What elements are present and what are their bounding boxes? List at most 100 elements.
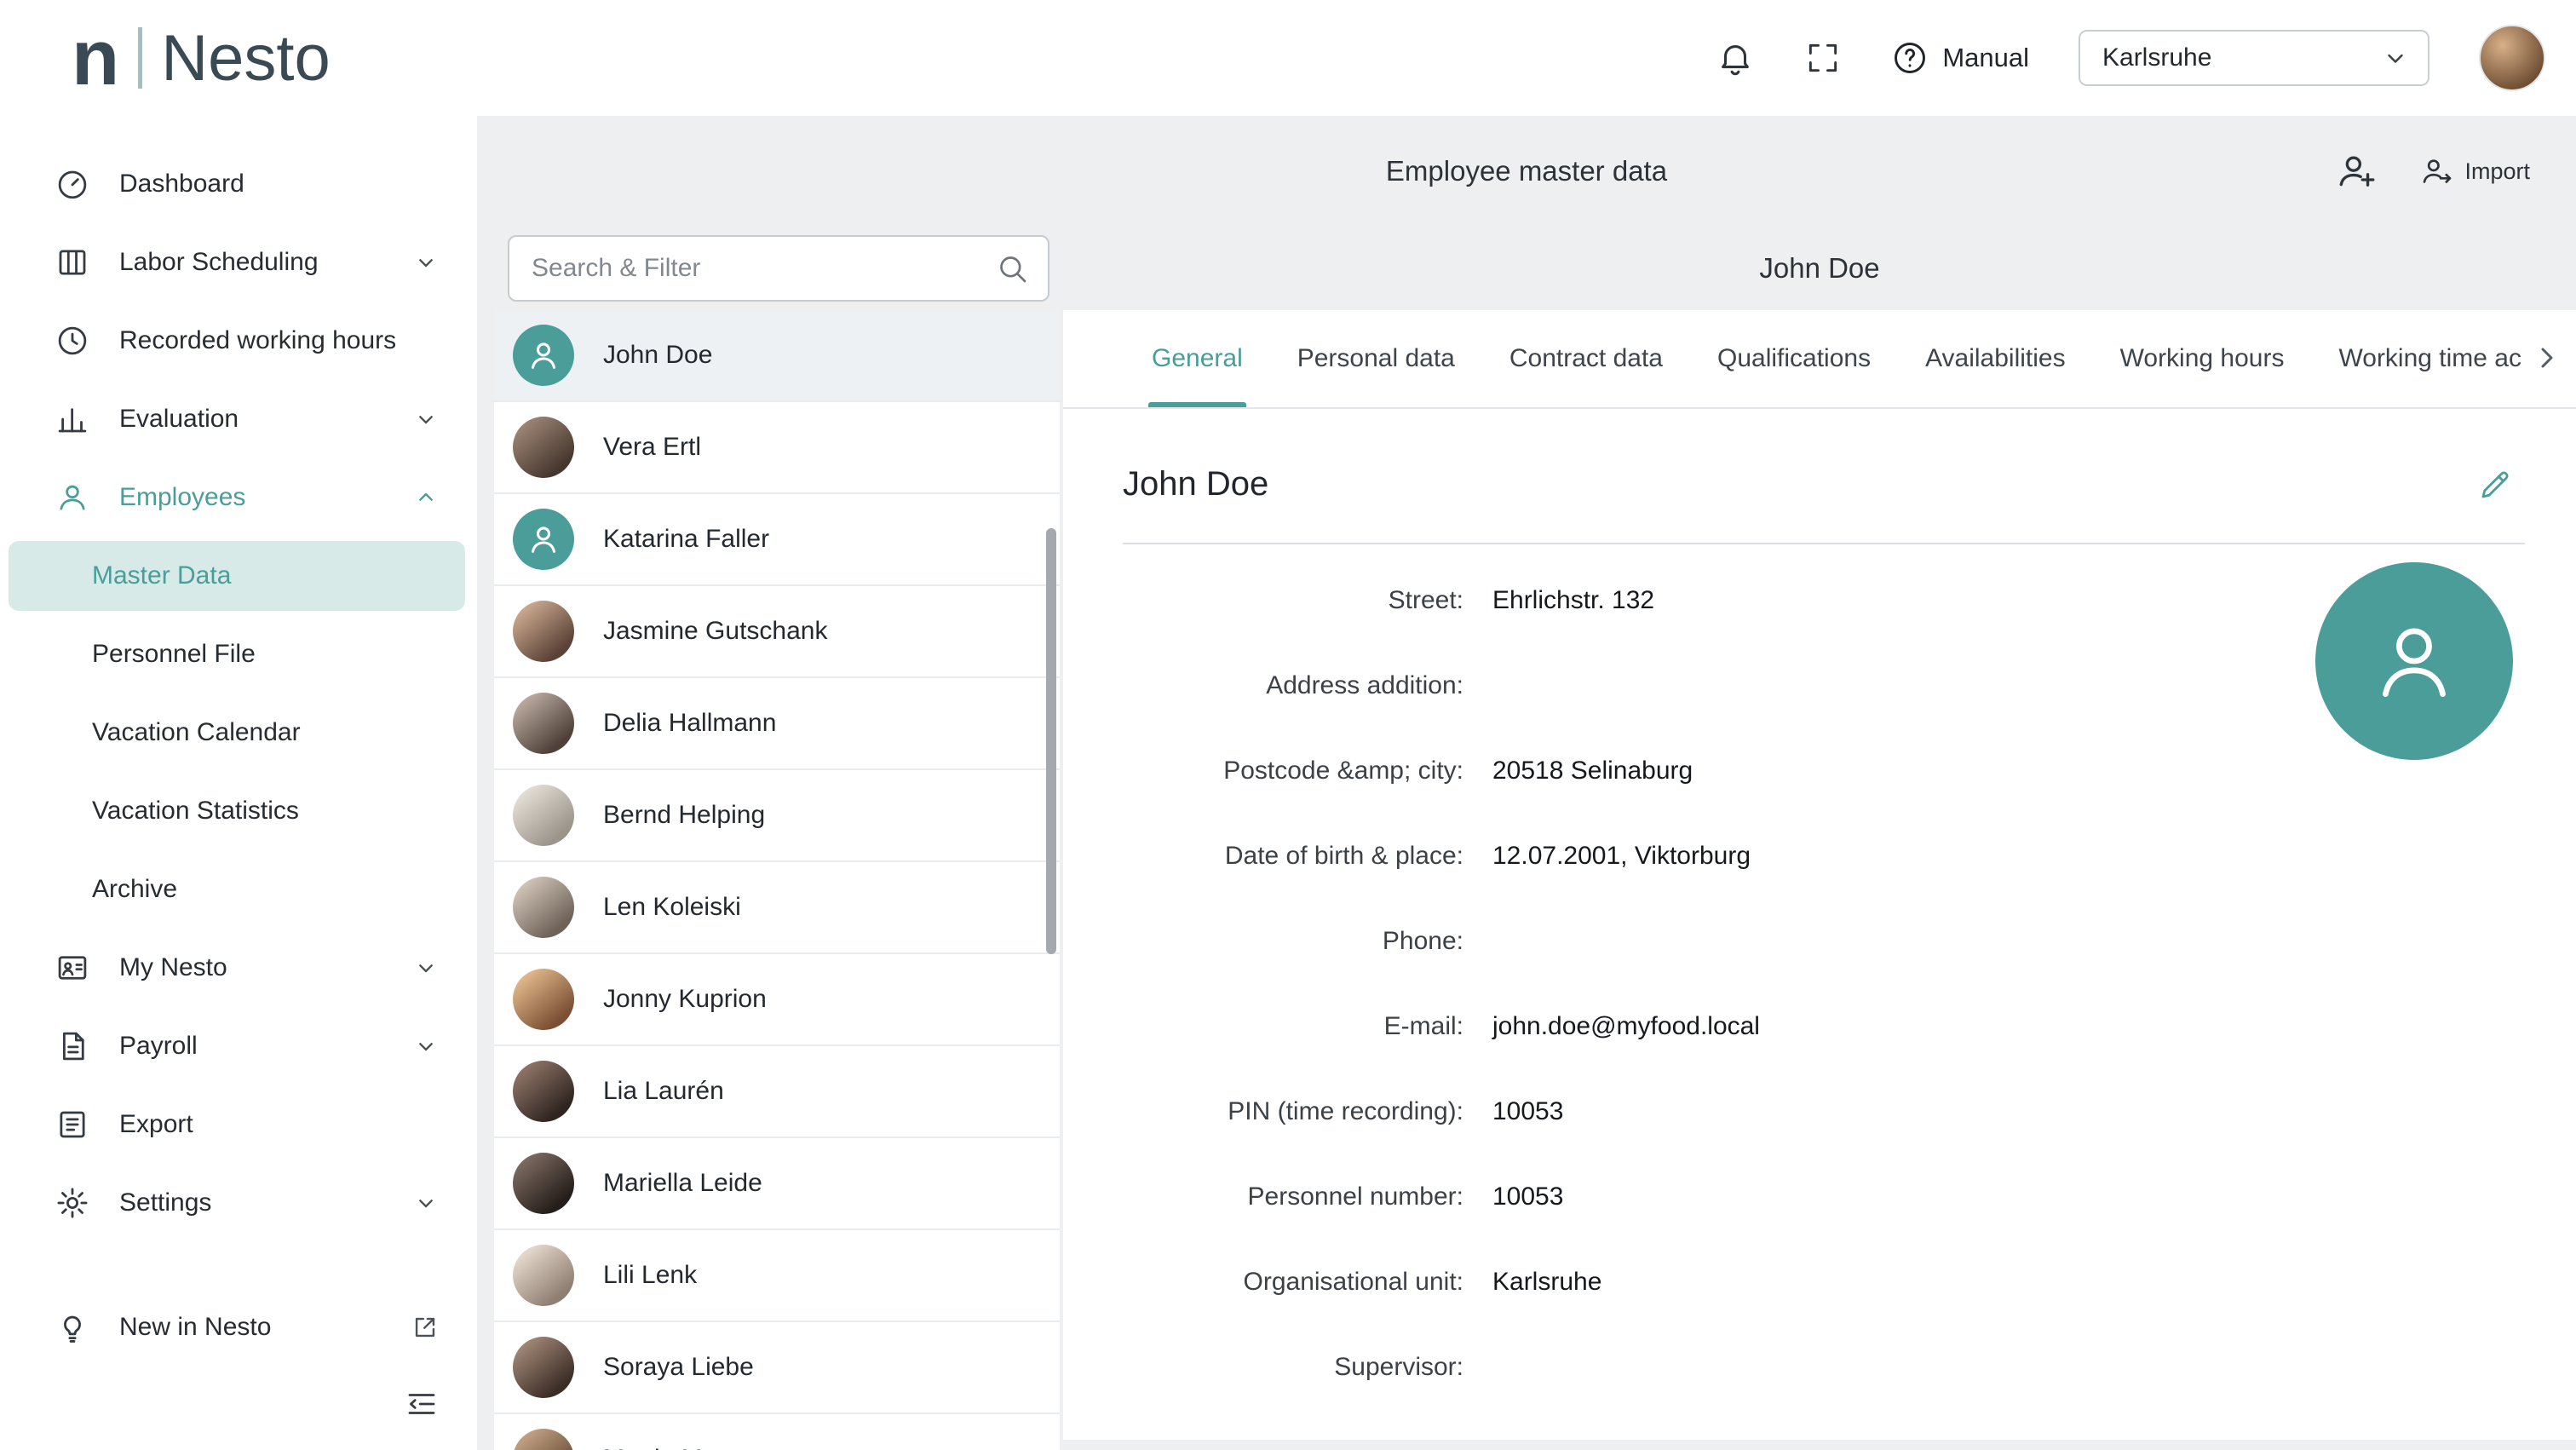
import-button[interactable]: Import xyxy=(2420,154,2530,188)
sidebar-item-label: Evaluation xyxy=(119,405,239,434)
employee-list-item[interactable]: Mariella Leide xyxy=(494,1138,1060,1230)
employee-list-item[interactable]: Bernd Helping xyxy=(494,770,1060,862)
employee-name: Lili Lenk xyxy=(603,1261,697,1290)
tab-personal-data[interactable]: Personal data xyxy=(1270,310,1482,407)
my-nesto-icon xyxy=(55,950,90,986)
sidebar-item-export[interactable]: Export xyxy=(0,1085,477,1164)
field-label: Address addition: xyxy=(1123,671,1463,700)
employee-photo xyxy=(513,1245,574,1306)
field-row-pin: PIN (time recording): 10053 xyxy=(1123,1069,2525,1154)
sidebar-item-label: New in Nesto xyxy=(119,1313,271,1342)
field-row-date-of-birth: Date of birth & place: 12.07.2001, Vikto… xyxy=(1123,814,2525,899)
chevron-down-icon xyxy=(412,1189,440,1217)
user-avatar[interactable] xyxy=(2479,25,2545,91)
sidebar-item-label: Employees xyxy=(119,483,245,512)
chevron-down-icon xyxy=(412,406,440,433)
tab-contract-data[interactable]: Contract data xyxy=(1482,310,1690,407)
scrollbar[interactable] xyxy=(1046,528,1056,954)
collapse-sidebar-button[interactable] xyxy=(404,1386,440,1422)
employee-list: John Doe Vera Ertl Katarina Faller Jasmi… xyxy=(494,310,1060,1450)
external-link-icon xyxy=(411,1313,440,1342)
sidebar-item-personnel-file[interactable]: Personnel File xyxy=(0,615,477,693)
help-icon xyxy=(1891,39,1929,77)
tab-general[interactable]: General xyxy=(1124,310,1270,407)
employee-list-item[interactable]: Len Koleiski xyxy=(494,862,1060,954)
employee-photo xyxy=(513,1153,574,1214)
field-label: Organisational unit: xyxy=(1123,1268,1463,1297)
sidebar-item-evaluation[interactable]: Evaluation xyxy=(0,380,477,458)
sidebar-item-labor-scheduling[interactable]: Labor Scheduling xyxy=(0,223,477,302)
employee-list-item[interactable]: Lili Lenk xyxy=(494,1230,1060,1322)
employee-list-item[interactable]: Katarina Faller xyxy=(494,494,1060,586)
sidebar-item-dashboard[interactable]: Dashboard xyxy=(0,145,477,223)
notifications-button[interactable] xyxy=(1716,38,1755,78)
header-actions: Import xyxy=(2335,150,2576,193)
sidebar-item-recorded-working-hours[interactable]: Recorded working hours xyxy=(0,302,477,380)
employee-list-item[interactable]: Soraya Liebe xyxy=(494,1322,1060,1414)
tab-working-hours[interactable]: Working hours xyxy=(2093,310,2312,407)
payroll-icon xyxy=(55,1028,90,1064)
employee-name: Jasmine Gutschank xyxy=(603,617,827,646)
sidebar-item-employees[interactable]: Employees xyxy=(0,458,477,537)
sidebar-item-vacation-calendar[interactable]: Vacation Calendar xyxy=(0,693,477,772)
sidebar-item-vacation-statistics[interactable]: Vacation Statistics xyxy=(0,772,477,850)
section-divider xyxy=(1123,543,2525,544)
employee-list-item[interactable]: Delia Hallmann xyxy=(494,678,1060,770)
employee-list-item[interactable]: Martin Manager xyxy=(494,1414,1060,1450)
selected-employee-title: John Doe xyxy=(1063,252,2576,285)
fullscreen-button[interactable] xyxy=(1804,39,1842,77)
people-icon xyxy=(55,480,90,515)
location-select[interactable]: Karlsruhe xyxy=(2079,30,2429,86)
employee-list-item[interactable]: Vera Ertl xyxy=(494,402,1060,494)
employee-name-heading: John Doe xyxy=(1123,465,1268,503)
employee-name: Katarina Faller xyxy=(603,525,769,554)
sidebar-item-label: Export xyxy=(119,1110,193,1139)
sidebar-item-archive[interactable]: Archive xyxy=(0,850,477,929)
topbar: n Nesto Manual Karlsruhe xyxy=(0,0,2576,116)
tab-qualifications[interactable]: Qualifications xyxy=(1690,310,1898,407)
sidebar-item-master-data[interactable]: Master Data xyxy=(9,541,465,611)
sidebar-item-settings[interactable]: Settings xyxy=(0,1164,477,1242)
employee-photo xyxy=(513,969,574,1030)
logo-text: Nesto xyxy=(161,21,331,95)
employee-name: Mariella Leide xyxy=(603,1169,762,1198)
sidebar-item-label: Labor Scheduling xyxy=(119,248,319,277)
field-value: 10053 xyxy=(1492,1182,1563,1211)
field-label: Personnel number: xyxy=(1123,1182,1463,1211)
sidebar-item-my-nesto[interactable]: My Nesto xyxy=(0,929,477,1007)
sidebar-item-label: Settings xyxy=(119,1188,211,1217)
pencil-icon xyxy=(2477,467,2513,503)
dashboard-icon xyxy=(55,166,90,202)
sidebar-item-payroll[interactable]: Payroll xyxy=(0,1007,477,1085)
employee-name: Jonny Kuprion xyxy=(603,985,767,1014)
edit-button[interactable] xyxy=(2477,467,2525,503)
add-employee-button[interactable] xyxy=(2335,150,2378,193)
employee-list-item[interactable]: Jonny Kuprion xyxy=(494,954,1060,1046)
field-label: Date of birth & place: xyxy=(1123,842,1463,871)
employee-photo xyxy=(513,1061,574,1122)
search-input[interactable] xyxy=(532,254,995,283)
sidebar-item-new-in-nesto[interactable]: New in Nesto xyxy=(0,1288,477,1367)
field-row-street: Street: Ehrlichstr. 132 xyxy=(1123,558,2525,643)
field-value: Karlsruhe xyxy=(1492,1268,1601,1297)
search-icon[interactable] xyxy=(995,251,1029,285)
schedule-icon xyxy=(55,245,90,280)
employee-photo xyxy=(513,693,574,754)
field-value: 12.07.2001, Viktorburg xyxy=(1492,842,1751,871)
employee-list-item[interactable]: Jasmine Gutschank xyxy=(494,586,1060,678)
employee-photo xyxy=(513,1429,574,1450)
employee-list-item[interactable]: Lia Laurén xyxy=(494,1046,1060,1138)
manual-button[interactable]: Manual xyxy=(1891,39,2029,77)
chevron-up-icon xyxy=(412,484,440,511)
employee-photo xyxy=(513,877,574,938)
tabs-scroll-right-button[interactable] xyxy=(2521,310,2576,406)
employee-list-item[interactable]: John Doe xyxy=(494,310,1060,402)
field-value: 20518 Selinaburg xyxy=(1492,757,1693,785)
chevron-down-icon xyxy=(412,249,440,276)
nesto-logo[interactable]: n Nesto xyxy=(72,21,331,95)
tab-availabilities[interactable]: Availabilities xyxy=(1898,310,2093,407)
field-label: Street: xyxy=(1123,586,1463,615)
employee-name: Lia Laurén xyxy=(603,1077,724,1106)
import-icon xyxy=(2420,154,2454,188)
employee-name: Soraya Liebe xyxy=(603,1353,754,1382)
